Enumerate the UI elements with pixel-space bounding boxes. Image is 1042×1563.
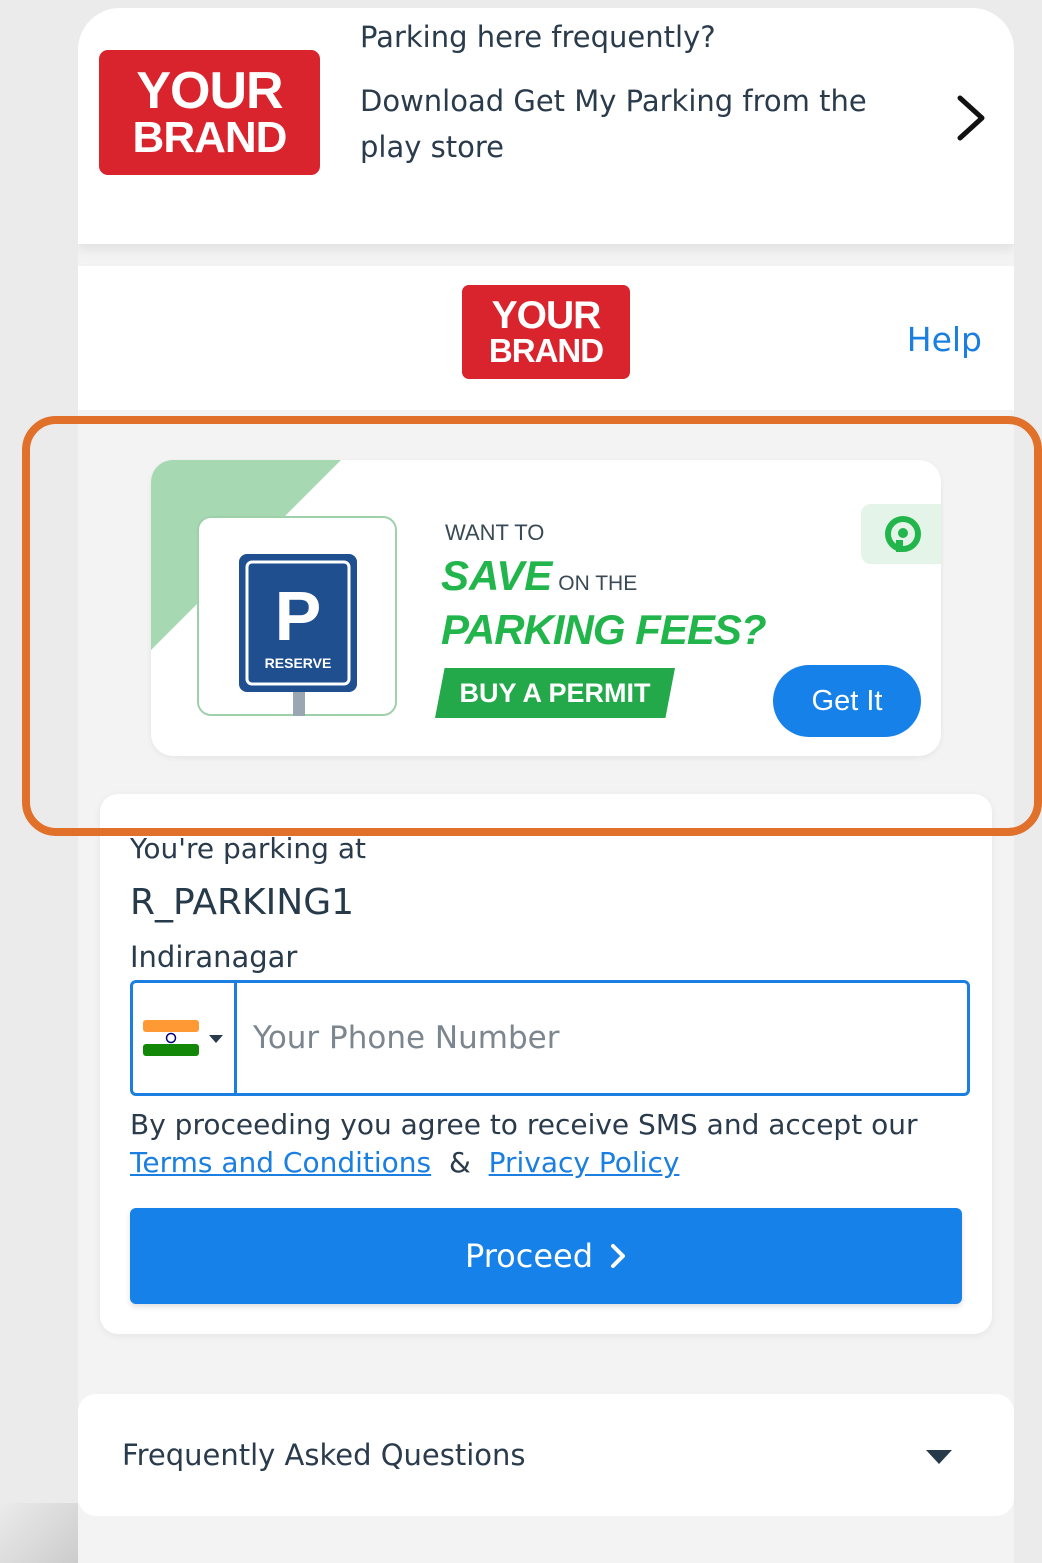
brand-logo-line2: BRAND — [132, 112, 288, 162]
proceed-button[interactable]: Proceed — [130, 1208, 962, 1304]
banner-question: Parking here frequently? — [360, 20, 716, 54]
faq-title: Frequently Asked Questions — [122, 1438, 526, 1472]
privacy-link[interactable]: Privacy Policy — [489, 1146, 680, 1179]
help-link[interactable]: Help — [907, 320, 982, 359]
parking-form-card: You're parking at R_PARKING1 Indiranagar… — [100, 794, 992, 1334]
caret-down-icon[interactable] — [926, 1450, 952, 1464]
app-download-banner[interactable]: YOUR BRAND Parking here frequently? Down… — [78, 8, 1014, 244]
consent-text: By proceeding you agree to receive SMS a… — [130, 1106, 970, 1182]
parking-area: Indiranagar — [130, 940, 298, 974]
brand-logo: YOUR BRAND — [99, 50, 320, 175]
brand-logo-line1: YOUR — [136, 61, 283, 120]
page-header: YOUR BRAND Help — [78, 266, 1014, 410]
terms-link[interactable]: Terms and Conditions — [130, 1146, 431, 1179]
parking-at-label: You're parking at — [130, 832, 366, 865]
caret-down-icon — [209, 1035, 223, 1043]
header-logo-line1: YOUR — [491, 294, 602, 337]
chevron-right-icon — [611, 1244, 626, 1268]
faq-accordion[interactable]: Frequently Asked Questions — [78, 1394, 1014, 1516]
parking-name: R_PARKING1 — [130, 882, 355, 923]
india-flag-icon — [143, 1020, 199, 1056]
consent-prefix: By proceeding you agree to receive SMS a… — [130, 1108, 918, 1141]
country-code-picker[interactable] — [133, 983, 237, 1093]
proceed-label: Proceed — [464, 1237, 594, 1275]
page: YOUR BRAND Parking here frequently? Down… — [0, 0, 1042, 1563]
banner-body: Download Get My Parking from the play st… — [360, 84, 867, 164]
header-logo-line2: BRAND — [488, 332, 604, 369]
phone-number-input[interactable] — [253, 983, 953, 1093]
header-brand-logo: YOUR BRAND — [462, 285, 630, 379]
phone-field — [130, 980, 970, 1096]
consent-and: & — [448, 1146, 471, 1179]
highlight-outline — [22, 416, 1042, 836]
chevron-right-icon[interactable] — [950, 90, 990, 146]
